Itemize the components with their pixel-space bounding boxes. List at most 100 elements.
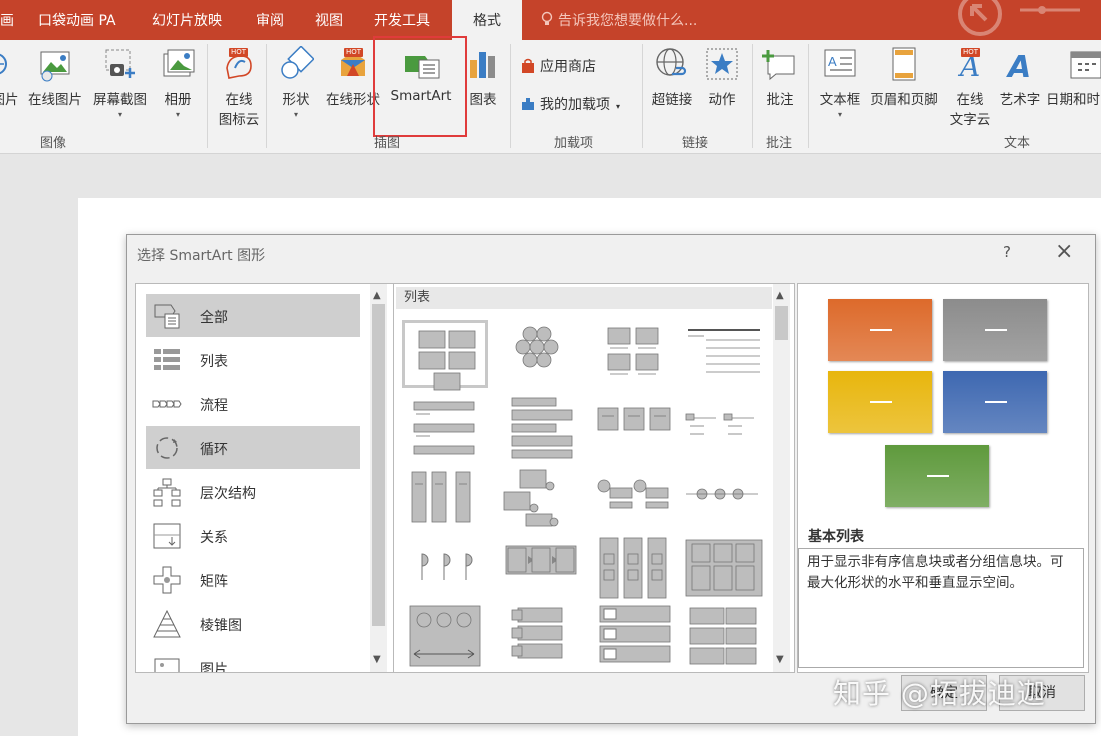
category-relationship[interactable]: 关系 (146, 514, 360, 557)
album-button[interactable]: 相册 ▾ (158, 46, 198, 119)
wordart-label: 艺术字 (999, 92, 1041, 108)
scroll-thumb[interactable] (372, 304, 385, 626)
wordart-button[interactable]: A 艺术字 (996, 46, 1044, 108)
category-cycle[interactable]: 循环 (146, 426, 360, 469)
ribbon-separator (266, 44, 267, 148)
category-process[interactable]: 流程 (146, 382, 360, 425)
smartart-layout-thumbnail[interactable] (590, 602, 676, 670)
layout-preview-graphic (413, 401, 475, 455)
scroll-up-icon[interactable]: ▲ (776, 290, 784, 301)
picture-button[interactable]: 图片 (0, 46, 20, 108)
smartart-layout-thumbnail[interactable] (680, 602, 766, 670)
tab-view[interactable]: 视图 (315, 0, 343, 40)
header-footer-button[interactable]: 页眉和页脚 (866, 46, 942, 108)
scroll-thumb[interactable] (775, 306, 788, 340)
picture-label: 图片 (0, 92, 19, 108)
tell-me-search[interactable]: 告诉我您想要做什么... (540, 0, 697, 40)
smartart-layout-thumbnail[interactable] (590, 394, 676, 462)
category-scrollbar[interactable]: ▲ ▼ (370, 284, 387, 672)
category-label: 关系 (200, 530, 228, 546)
category-label: 流程 (200, 398, 228, 414)
group-label-addins: 加载项 (554, 136, 594, 151)
album-icon (163, 49, 195, 77)
ribbon-separator (752, 44, 753, 148)
smartart-layout-thumbnail[interactable] (498, 394, 584, 462)
header-footer-label: 页眉和页脚 (870, 92, 938, 108)
comment-icon (762, 50, 795, 81)
smartart-layout-thumbnail[interactable] (498, 320, 584, 388)
date-time-label: 日期和时 (1046, 92, 1100, 108)
chevron-down-icon: ▾ (293, 110, 298, 119)
tab-developer[interactable]: 开发工具 (374, 0, 430, 40)
scroll-down-icon[interactable]: ▼ (776, 654, 784, 665)
textbox-icon: A (824, 49, 856, 77)
smartart-layout-thumbnail[interactable] (402, 534, 488, 602)
group-label-text: 文本 (1004, 136, 1031, 151)
category-label: 列表 (200, 354, 228, 370)
close-icon[interactable]: × (1055, 239, 1073, 264)
tab-slideshow[interactable]: 幻灯片放映 (152, 0, 222, 40)
gallery-scrollbar[interactable]: ▲ ▼ (773, 284, 790, 672)
smartart-layout-thumbnail[interactable] (680, 320, 766, 388)
smartart-layout-thumbnail[interactable] (402, 320, 488, 391)
group-label-illustrations: 插图 (374, 136, 401, 151)
category-list: 全部列表流程循环 层次结构关系矩阵 棱锥图图片 ▲ ▼ (135, 283, 394, 673)
hyperlink-label: 超链接 (651, 92, 693, 108)
online-icon-cloud-label: 在线 (225, 92, 253, 108)
category-pyramid[interactable]: 棱锥图 (146, 602, 360, 645)
tell-me-text: 告诉我您想要做什么... (558, 13, 698, 29)
layout-preview-graphic (597, 479, 669, 509)
tab-insert-partial[interactable]: 画 (0, 0, 14, 40)
category-matrix[interactable]: 矩阵 (146, 558, 360, 601)
my-addins-button[interactable]: 我的加载项 ▾ (520, 94, 620, 114)
app-store-button[interactable]: 应用商店 (520, 56, 596, 76)
action-button[interactable]: 动作 (702, 46, 742, 108)
layout-preview-graphic (515, 326, 559, 368)
comment-button[interactable]: 批注 (760, 46, 800, 108)
picture-icon (0, 53, 7, 75)
category-picture[interactable]: 图片 (146, 646, 360, 673)
calendar-icon (1070, 51, 1101, 79)
smartart-layout-thumbnail[interactable] (680, 394, 766, 462)
layout-preview-graphic (597, 407, 671, 431)
hyperlink-button[interactable]: 超链接 (648, 46, 696, 108)
help-button[interactable]: ? (1003, 243, 1011, 261)
smartart-layout-thumbnail[interactable] (590, 464, 676, 532)
shapes-button[interactable]: 形状 ▾ (276, 46, 316, 119)
smartart-layout-thumbnail[interactable] (590, 534, 676, 602)
category-matrix-icon (153, 566, 181, 594)
smartart-layout-thumbnail[interactable] (590, 320, 676, 388)
smartart-layout-thumbnail[interactable] (402, 464, 488, 532)
category-label: 图片 (200, 662, 228, 673)
chart-button[interactable]: 图表 (466, 46, 500, 108)
smartart-layout-thumbnail[interactable] (498, 534, 584, 602)
smartart-layout-thumbnail[interactable] (498, 464, 584, 532)
scroll-up-icon[interactable]: ▲ (373, 290, 381, 301)
category-label: 全部 (200, 310, 228, 326)
smartart-layout-thumbnail[interactable] (680, 464, 766, 532)
online-picture-button[interactable]: 在线图片 (22, 46, 88, 108)
date-time-button[interactable]: 日期和时 (1046, 46, 1101, 108)
chevron-down-icon: ▾ (117, 110, 122, 119)
category-list[interactable]: 列表 (146, 338, 360, 381)
tab-format[interactable]: 格式 (452, 0, 522, 40)
smartart-layout-thumbnail[interactable] (680, 534, 766, 602)
online-picture-label: 在线图片 (28, 92, 82, 108)
layout-preview-graphic (688, 329, 760, 373)
category-all[interactable]: 全部 (146, 294, 360, 337)
smartart-layout-thumbnail[interactable] (402, 602, 488, 670)
tab-review[interactable]: 审阅 (256, 0, 284, 40)
category-hierarchy[interactable]: 层次结构 (146, 470, 360, 513)
textbox-label: 文本框 (819, 92, 861, 108)
group-label-links: 链接 (682, 136, 709, 151)
textbox-button[interactable]: A 文本框 ▾ (816, 46, 864, 119)
online-text-cloud-label: 在线 (956, 92, 984, 108)
tab-pocket-animation[interactable]: 口袋动画 PA (38, 0, 116, 40)
scroll-down-icon[interactable]: ▼ (373, 654, 381, 665)
online-icon-cloud-button[interactable]: 在线 图标云 (212, 46, 266, 128)
screenshot-button[interactable]: 屏幕截图 ▾ (88, 46, 152, 119)
smartart-layout-thumbnail[interactable] (402, 394, 488, 462)
smartart-layout-thumbnail[interactable] (498, 602, 584, 670)
online-text-cloud-button[interactable]: A 在线 文字云 (946, 46, 994, 128)
my-addins-label: 我的加载项 (540, 97, 610, 113)
